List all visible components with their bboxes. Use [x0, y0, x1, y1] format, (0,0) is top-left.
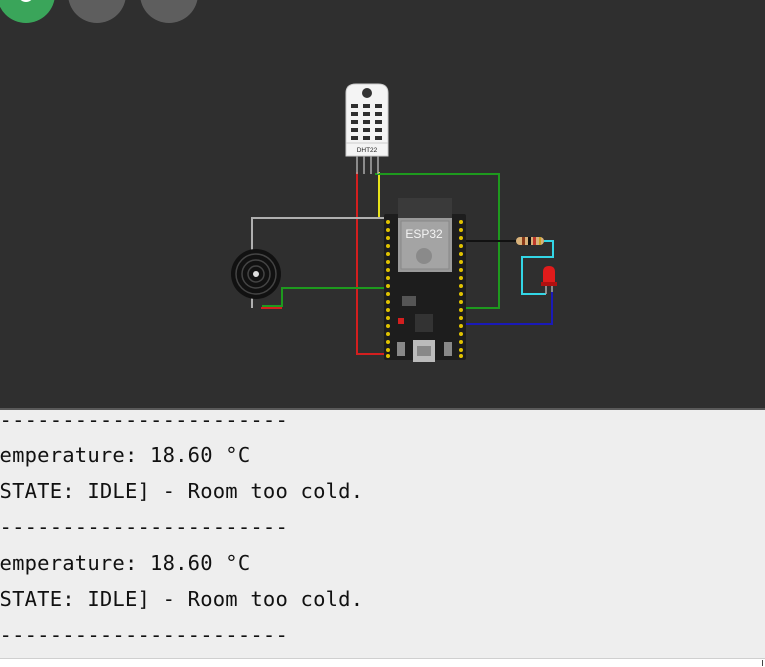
text-cursor: [762, 660, 763, 666]
serial-line: ------------------------: [0, 623, 289, 647]
serial-monitor[interactable]: ------------------------ Temperature: 18…: [0, 410, 765, 658]
serial-line: Temperature: 18.60 °C: [0, 443, 251, 467]
dht22-sensor[interactable]: DHT22: [345, 83, 389, 174]
buzzer[interactable]: [231, 249, 281, 299]
esp32-label: ESP32: [405, 227, 443, 241]
serial-line: Temperature: 18.60 °C: [0, 551, 251, 575]
dht22-label: DHT22: [357, 147, 378, 154]
resistor[interactable]: [516, 237, 544, 245]
serial-line: [STATE: IDLE] - Room too cold.: [0, 479, 364, 503]
esp32-board[interactable]: ESP32: [384, 198, 466, 362]
yellow-wire: [378, 172, 390, 219]
circuit-diagram: DHT22 ESP32: [231, 83, 557, 362]
serial-line: ------------------------: [0, 410, 289, 432]
red-led[interactable]: [541, 266, 557, 294]
serial-line: [STATE: IDLE] - Room too cold.: [0, 587, 364, 611]
simulation-canvas[interactable]: DHT22 ESP32: [0, 0, 765, 409]
serial-line: ------------------------: [0, 515, 289, 539]
red-wire: [356, 172, 388, 355]
